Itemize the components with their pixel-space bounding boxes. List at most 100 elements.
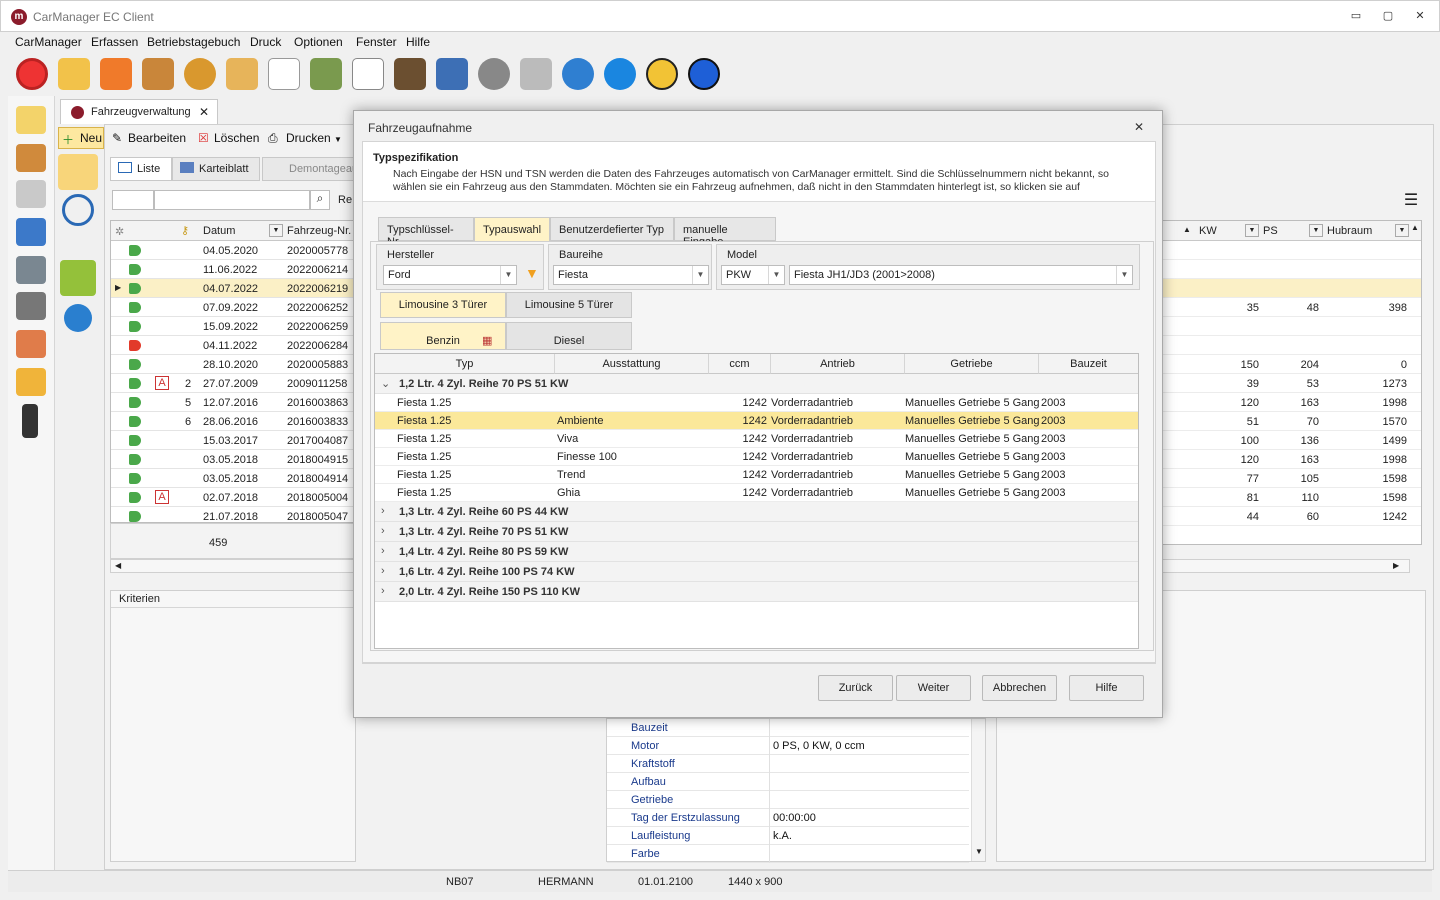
chevron-down-icon[interactable]: ▼: [692, 266, 708, 284]
type-row[interactable]: Fiesta 1.25 Viva 1242 Vorderradantrieb Manue…: [375, 430, 1138, 448]
steering-wheel-icon[interactable]: [184, 58, 216, 90]
table-row[interactable]: 03.05.2018 2018004915: [111, 450, 353, 469]
table-row[interactable]: 28.10.2020 2020005883: [111, 355, 353, 374]
new-button[interactable]: Neu: [80, 131, 102, 145]
menu-hamburger-icon[interactable]: ☰: [1400, 190, 1422, 210]
filter-kw-icon[interactable]: ▼: [1245, 224, 1259, 237]
table-row[interactable]: 04.11.2022 2022006284: [111, 336, 353, 355]
table-row[interactable]: 04.05.2020 2020005778: [111, 241, 353, 260]
scroll-left-icon[interactable]: ◀: [115, 561, 121, 570]
table-row[interactable]: 77 105 1598: [1161, 469, 1421, 488]
traffic-light-icon[interactable]: [22, 404, 38, 438]
checklist-icon[interactable]: [352, 58, 384, 90]
table-row[interactable]: [1161, 317, 1421, 336]
notes-icon[interactable]: [16, 106, 46, 134]
group-row[interactable]: › 1,6 Ltr. 4 Zyl. Reihe 100 PS 74 KW: [375, 562, 1138, 582]
chevron-right-icon[interactable]: ›: [381, 545, 385, 557]
calendar-grid-icon[interactable]: [394, 58, 426, 90]
scroll-up-icon[interactable]: ▲: [1411, 223, 1419, 232]
ticket-icon[interactable]: [16, 218, 46, 246]
chevron-down-icon[interactable]: ▼: [500, 266, 516, 284]
chevron-right-icon[interactable]: ›: [381, 525, 385, 537]
scanner-icon[interactable]: [16, 256, 46, 284]
table-row[interactable]: 39 53 1273: [1161, 374, 1421, 393]
close-button[interactable]: ✕: [1411, 9, 1429, 25]
table-row[interactable]: 15.03.2017 2017004087: [111, 431, 353, 450]
properties-scrollbar[interactable]: ▼: [971, 719, 985, 861]
menu-betriebstagebuch[interactable]: Betriebstagebuch: [147, 35, 240, 49]
brake-disc-icon[interactable]: [478, 58, 510, 90]
gear-icon[interactable]: [562, 58, 594, 90]
help-icon[interactable]: [688, 58, 720, 90]
tab-benutzerdefiniert[interactable]: Benutzerdefierter Typ: [550, 217, 674, 241]
filter-hubraum-icon[interactable]: ▼: [1395, 224, 1409, 237]
table-row[interactable]: A 2 27.07.2009 2009011258: [111, 374, 353, 393]
menu-optionen[interactable]: Optionen: [294, 35, 343, 49]
col-getriebe[interactable]: Getriebe: [905, 354, 1039, 374]
col-fahrzeug-nr[interactable]: Fahrzeug-Nr.: [287, 225, 351, 237]
horizontal-scrollbar[interactable]: ◀: [110, 559, 354, 573]
price-tag-icon[interactable]: [226, 58, 258, 90]
tab-limousine-3[interactable]: Limousine 3 Türer: [380, 292, 506, 318]
table-row[interactable]: [1161, 336, 1421, 355]
chevron-right-icon[interactable]: ›: [381, 565, 385, 577]
truck-icon[interactable]: [16, 368, 46, 396]
tab-fahrzeugverwaltung[interactable]: Fahrzeugverwaltung ✕: [60, 99, 218, 124]
recycle-icon[interactable]: [60, 260, 96, 296]
type-row[interactable]: Fiesta 1.25 Trend 1242 Vorderradantrieb Manu…: [375, 466, 1138, 484]
col-datum[interactable]: Datum: [203, 225, 235, 237]
table-row[interactable]: 120 163 1998: [1161, 450, 1421, 469]
filter-datum-icon[interactable]: ▼: [269, 224, 283, 237]
menu-erfassen[interactable]: Erfassen: [91, 35, 138, 49]
printer-icon[interactable]: [520, 58, 552, 90]
chevron-down-icon[interactable]: ▼: [768, 266, 784, 284]
type-row[interactable]: Fiesta 1.25 Ghia 1242 Vorderradantrieb Manue…: [375, 484, 1138, 502]
right-horizontal-scrollbar[interactable]: ▶: [1160, 559, 1410, 573]
group-row[interactable]: › 2,0 Ltr. 4 Zyl. Reihe 150 PS 110 KW: [375, 582, 1138, 602]
exit-icon[interactable]: [16, 58, 48, 90]
delete-button[interactable]: Löschen: [214, 131, 259, 145]
print-button[interactable]: Drucken: [286, 131, 331, 145]
col-typ[interactable]: Typ: [375, 354, 555, 374]
vehicle-kind-select[interactable]: PKW ▼: [721, 265, 785, 285]
grid-layout-button[interactable]: [112, 190, 154, 210]
help-button[interactable]: Hilfe: [1069, 675, 1144, 701]
filter-ps-icon[interactable]: ▼: [1309, 224, 1323, 237]
type-row[interactable]: Fiesta 1.25 Ambiente 1242 Vorderradantrieb M…: [375, 412, 1138, 430]
table-row[interactable]: 6 28.06.2016 2016003833: [111, 412, 353, 431]
table-row[interactable]: [1161, 260, 1421, 279]
col-ps[interactable]: PS: [1263, 225, 1278, 237]
model-select[interactable]: Fiesta JH1/JD3 (2001>2008) ▼: [789, 265, 1133, 285]
lock-icon[interactable]: [58, 58, 90, 90]
chevron-right-icon[interactable]: ›: [381, 585, 385, 597]
search-icon[interactable]: ⌕: [310, 190, 330, 210]
calculator-icon[interactable]: [16, 292, 46, 320]
prop-scroll-down-icon[interactable]: ▼: [975, 847, 983, 856]
table-row[interactable]: 44 60 1242: [1161, 507, 1421, 526]
col-ausstattung[interactable]: Ausstattung: [555, 354, 709, 374]
table-row[interactable]: 51 70 1570: [1161, 412, 1421, 431]
print-dropdown-icon[interactable]: ▼: [334, 135, 342, 144]
ebay-icon[interactable]: [268, 58, 300, 90]
tools-icon[interactable]: [16, 144, 46, 172]
filter-icon[interactable]: ▼: [525, 265, 539, 281]
euro-icon[interactable]: [64, 304, 92, 332]
col-bauzeit[interactable]: Bauzeit: [1039, 354, 1138, 374]
type-row[interactable]: Fiesta 1.25 Finesse 100 1242 Vorderradantri…: [375, 448, 1138, 466]
tab-diesel[interactable]: Diesel: [506, 322, 632, 350]
info-icon[interactable]: [646, 58, 678, 90]
magnifier-icon[interactable]: [62, 194, 94, 226]
tab-close-icon[interactable]: ✕: [199, 105, 209, 119]
group-row[interactable]: › 1,3 Ltr. 4 Zyl. Reihe 60 PS 44 KW: [375, 502, 1138, 522]
menu-fenster[interactable]: Fenster: [356, 35, 397, 49]
menu-hilfe[interactable]: Hilfe: [406, 35, 430, 49]
scroll-down-icon[interactable]: ▼: [1411, 543, 1419, 544]
tab-typschluessel[interactable]: Typschlüssel-Nr.: [378, 217, 474, 248]
person-card-icon[interactable]: [16, 330, 46, 358]
books-icon[interactable]: [310, 58, 342, 90]
notebook-icon[interactable]: [436, 58, 468, 90]
chevron-down-icon[interactable]: ⌄: [381, 377, 390, 390]
table-row[interactable]: A 02.07.2018 2018005004: [111, 488, 353, 507]
table-row[interactable]: 03.05.2018 2018004914: [111, 469, 353, 488]
table-row[interactable]: 35 48 398: [1161, 298, 1421, 317]
